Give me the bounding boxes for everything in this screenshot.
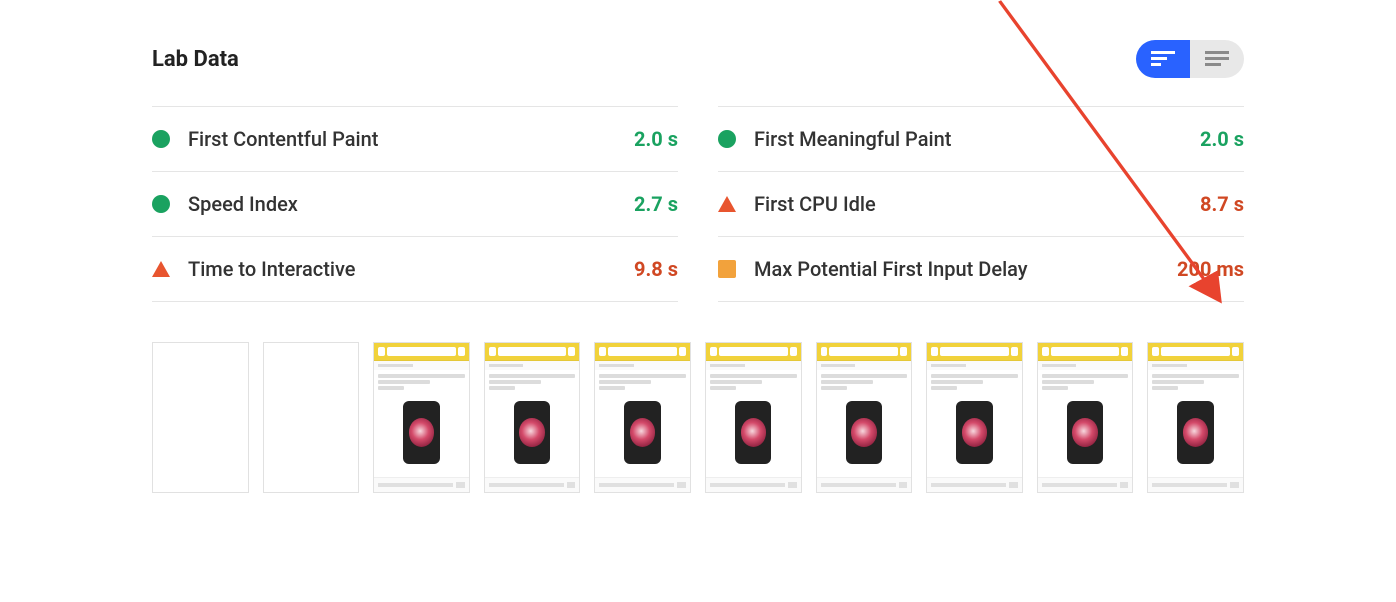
metric-row[interactable]: Max Potential First Input Delay 200 ms bbox=[718, 236, 1244, 302]
pass-status-icon bbox=[152, 195, 170, 213]
thumb-toolbar bbox=[706, 343, 801, 361]
view-toggle-list-button[interactable] bbox=[1190, 40, 1244, 78]
thumb-footer bbox=[706, 477, 801, 492]
metric-value: 2.0 s bbox=[634, 127, 678, 151]
thumb-footer bbox=[927, 477, 1022, 492]
list-lines-icon bbox=[1205, 51, 1229, 67]
metric-value: 2.7 s bbox=[634, 192, 678, 216]
phone-icon bbox=[1067, 401, 1103, 464]
metric-label: Max Potential First Input Delay bbox=[754, 257, 1159, 281]
thumb-body bbox=[485, 370, 580, 477]
view-toggle-chart-button[interactable] bbox=[1136, 40, 1190, 78]
warn-status-icon bbox=[152, 261, 170, 277]
thumb-body bbox=[706, 370, 801, 477]
filmstrip-frame[interactable] bbox=[926, 342, 1023, 493]
filmstrip-frame[interactable] bbox=[152, 342, 249, 493]
metric-label: Speed Index bbox=[188, 192, 616, 216]
filmstrip-frame[interactable] bbox=[484, 342, 581, 493]
thumb-crumbs bbox=[706, 361, 801, 370]
thumb-crumbs bbox=[374, 361, 469, 370]
thumb-footer bbox=[1038, 477, 1133, 492]
thumb-toolbar bbox=[927, 343, 1022, 361]
filmstrip-frame[interactable] bbox=[263, 342, 360, 493]
pass-status-icon bbox=[152, 130, 170, 148]
thumb-footer bbox=[485, 477, 580, 492]
phone-icon bbox=[624, 401, 660, 464]
thumb-body bbox=[927, 370, 1022, 477]
thumb-body bbox=[1038, 370, 1133, 477]
metric-row[interactable]: Time to Interactive 9.8 s bbox=[152, 236, 678, 302]
phone-icon bbox=[403, 401, 439, 464]
metric-value: 200 ms bbox=[1177, 257, 1244, 281]
thumb-footer bbox=[374, 477, 469, 492]
metric-row[interactable]: First CPU Idle 8.7 s bbox=[718, 171, 1244, 236]
filmstrip bbox=[60, 302, 1336, 493]
thumb-footer bbox=[817, 477, 912, 492]
thumb-toolbar bbox=[485, 343, 580, 361]
thumb-toolbar bbox=[595, 343, 690, 361]
pass-status-icon bbox=[718, 130, 736, 148]
avg-status-icon bbox=[718, 260, 736, 278]
metrics-col-left: First Contentful Paint 2.0 s Speed Index 2.… bbox=[152, 106, 678, 302]
thumb-crumbs bbox=[485, 361, 580, 370]
filmstrip-frame[interactable] bbox=[1147, 342, 1244, 493]
phone-icon bbox=[846, 401, 882, 464]
thumb-toolbar bbox=[817, 343, 912, 361]
thumb-body bbox=[595, 370, 690, 477]
warn-status-icon bbox=[718, 196, 736, 212]
filmstrip-frame[interactable] bbox=[373, 342, 470, 493]
metrics-grid: First Contentful Paint 2.0 s Speed Index 2.… bbox=[60, 106, 1336, 302]
phone-icon bbox=[735, 401, 771, 464]
thumb-crumbs bbox=[1148, 361, 1243, 370]
thumb-toolbar bbox=[1038, 343, 1133, 361]
thumb-footer bbox=[1148, 477, 1243, 492]
thumb-footer bbox=[595, 477, 690, 492]
thumb-body bbox=[374, 370, 469, 477]
thumb-crumbs bbox=[1038, 361, 1133, 370]
metric-value: 8.7 s bbox=[1200, 192, 1244, 216]
thumb-crumbs bbox=[595, 361, 690, 370]
lab-data-header: Lab Data bbox=[60, 40, 1336, 78]
metric-label: First CPU Idle bbox=[754, 192, 1182, 216]
thumb-toolbar bbox=[374, 343, 469, 361]
filmstrip-frame[interactable] bbox=[594, 342, 691, 493]
metric-row[interactable]: First Meaningful Paint 2.0 s bbox=[718, 106, 1244, 171]
thumb-crumbs bbox=[927, 361, 1022, 370]
metric-value: 9.8 s bbox=[634, 257, 678, 281]
metric-label: First Contentful Paint bbox=[188, 127, 616, 151]
section-title: Lab Data bbox=[152, 47, 239, 72]
metric-row[interactable]: First Contentful Paint 2.0 s bbox=[152, 106, 678, 171]
metric-label: Time to Interactive bbox=[188, 257, 616, 281]
filmstrip-frame[interactable] bbox=[705, 342, 802, 493]
phone-icon bbox=[514, 401, 550, 464]
thumb-body bbox=[817, 370, 912, 477]
thumb-body bbox=[1148, 370, 1243, 477]
metric-label: First Meaningful Paint bbox=[754, 127, 1182, 151]
thumb-toolbar bbox=[1148, 343, 1243, 361]
thumb-crumbs bbox=[817, 361, 912, 370]
view-toggle bbox=[1136, 40, 1244, 78]
phone-icon bbox=[956, 401, 992, 464]
metric-row[interactable]: Speed Index 2.7 s bbox=[152, 171, 678, 236]
bars-left-icon bbox=[1151, 51, 1175, 67]
metric-value: 2.0 s bbox=[1200, 127, 1244, 151]
filmstrip-frame[interactable] bbox=[1037, 342, 1134, 493]
filmstrip-frame[interactable] bbox=[816, 342, 913, 493]
phone-icon bbox=[1177, 401, 1213, 464]
metrics-col-right: First Meaningful Paint 2.0 s First CPU Idl… bbox=[718, 106, 1244, 302]
